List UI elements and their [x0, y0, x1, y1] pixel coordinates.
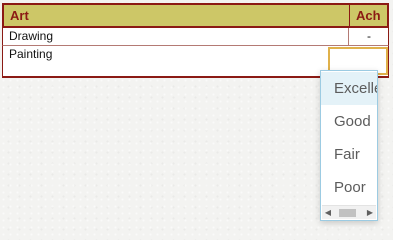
scroll-left-icon[interactable]: ◀	[322, 206, 334, 219]
ach-dropdown-list[interactable]: Excellent Good Fair Poor ◀ ▶	[320, 70, 378, 221]
dropdown-option-good[interactable]: Good	[321, 105, 377, 138]
art-column-header: Art	[10, 8, 29, 23]
dropdown-option-poor[interactable]: Poor	[321, 171, 377, 204]
horizontal-scrollbar[interactable]: ◀ ▶	[322, 205, 376, 219]
ach-cell-drawing[interactable]: -	[348, 28, 389, 45]
dropdown-option-excellent[interactable]: Excellent	[321, 72, 377, 105]
scroll-right-icon[interactable]: ▶	[364, 206, 376, 219]
row-label-drawing: Drawing	[9, 29, 54, 43]
ach-value-drawing: -	[367, 29, 371, 43]
achievement-table: Art Ach Drawing - Painting	[2, 3, 389, 78]
table-row-drawing: Drawing -	[2, 28, 389, 46]
dropdown-option-fair[interactable]: Fair	[321, 138, 377, 171]
ach-column-header: Ach	[349, 3, 389, 28]
table-header-row: Art Ach	[2, 3, 389, 28]
scrollbar-thumb[interactable]	[339, 209, 356, 217]
row-label-painting: Painting	[9, 47, 53, 61]
